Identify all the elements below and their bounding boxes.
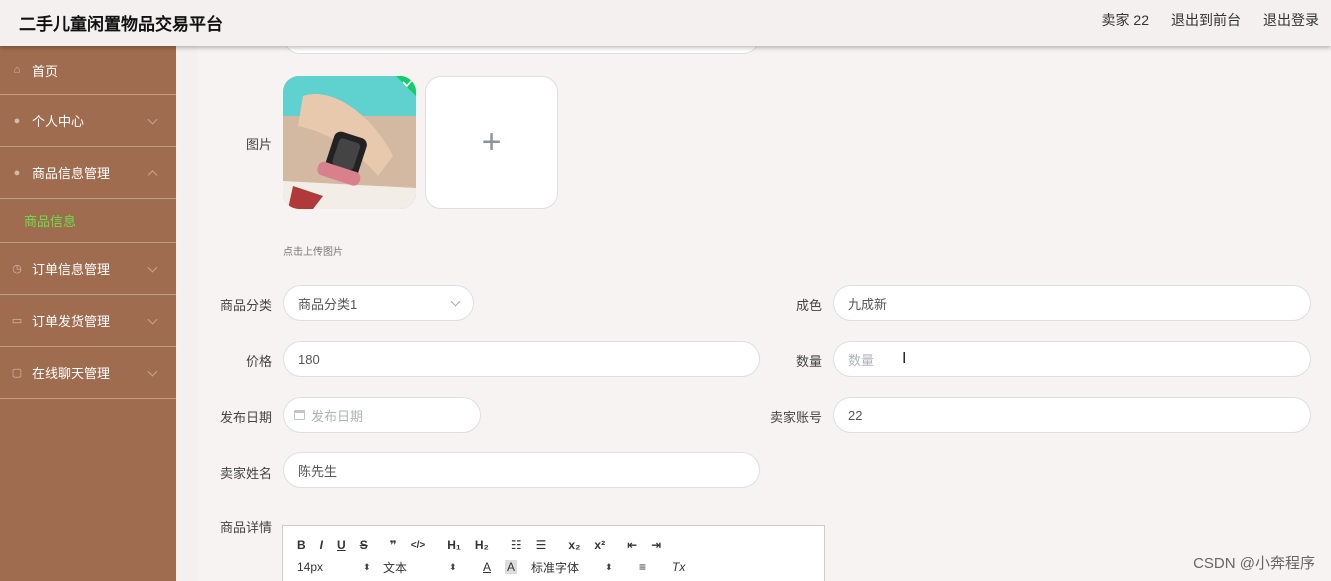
outdent-button[interactable]: ⇤ bbox=[627, 538, 637, 552]
chevron-down-icon bbox=[147, 366, 158, 377]
price-label: 价格 bbox=[245, 354, 272, 369]
select-arrow-icon: ⬍ bbox=[449, 561, 457, 572]
image-label: 图片 bbox=[245, 137, 272, 152]
font-size-select[interactable]: 14px ⬍ bbox=[297, 560, 383, 574]
background-color-button[interactable]: A bbox=[505, 560, 518, 574]
seller-name-value: 陈先生 bbox=[298, 463, 338, 479]
seller-account-input[interactable]: 22 bbox=[833, 397, 1311, 433]
home-icon: ⌂ bbox=[13, 64, 21, 76]
superscript-button[interactable]: x² bbox=[594, 538, 605, 552]
chat-icon: ▢ bbox=[11, 366, 23, 379]
chevron-down-icon bbox=[147, 314, 158, 325]
editor-toolbar-row: 14px ⬍ 文本 ⬍ A A 标准字体 ⬍ ≡ Tx bbox=[283, 556, 824, 578]
clock-icon: ◷ bbox=[12, 262, 22, 275]
chevron-down-icon bbox=[147, 262, 158, 273]
quantity-label: 数量 bbox=[795, 354, 822, 369]
font-color-button[interactable]: A bbox=[483, 560, 491, 574]
sidebar: ⌂ 首页 ● 个人中心 ● 商品信息管理 商品信息 ◷ 订单信息管理 ▭ 订单发… bbox=[0, 46, 176, 581]
sidebar-item-order-management[interactable]: ◷ 订单信息管理 bbox=[0, 243, 176, 295]
sidebar-subitem-goods-info[interactable]: 商品信息 bbox=[0, 199, 176, 243]
chevron-up-icon bbox=[147, 169, 158, 180]
price-value: 180 bbox=[298, 351, 320, 367]
sidebar-item-chat-management[interactable]: ▢ 在线聊天管理 bbox=[0, 347, 176, 399]
category-value: 商品分类1 bbox=[298, 296, 358, 312]
sidebar-item-label: 订单信息管理 bbox=[32, 262, 111, 277]
header-value: 文本 bbox=[383, 560, 408, 575]
ordered-list-button[interactable]: ☷ bbox=[511, 538, 522, 552]
main-content: 图片 + 点击上传图片 商品分类 商品分类1 成色 九成新 价格 180 数量 … bbox=[198, 20, 1331, 581]
blockquote-button[interactable]: ❞ bbox=[390, 538, 397, 552]
uploaded-image-thumbnail[interactable] bbox=[283, 76, 416, 209]
condition-label: 成色 bbox=[795, 298, 822, 313]
rich-text-editor[interactable]: B I U S ❞ </> H₁ H₂ ☷ ☰ x₂ x² ⇤ ⇥ 14px ⬍… bbox=[282, 525, 825, 581]
seller-name-label: 卖家姓名 bbox=[219, 466, 272, 481]
publish-date-picker[interactable]: 发布日期 bbox=[283, 397, 481, 433]
message-icon: ▭ bbox=[11, 314, 23, 327]
watermark-text: CSDN @小奔程序 bbox=[1193, 555, 1315, 572]
bold-button[interactable]: B bbox=[297, 538, 306, 552]
clear-format-button[interactable]: Tx bbox=[672, 560, 685, 574]
condition-input[interactable]: 九成新 bbox=[833, 285, 1311, 321]
quantity-placeholder: 数量 bbox=[848, 352, 875, 368]
seller-account-label: 卖家账号 bbox=[769, 410, 822, 425]
sidebar-item-label: 个人中心 bbox=[32, 114, 85, 129]
sidebar-item-goods-management[interactable]: ● 商品信息管理 bbox=[0, 147, 176, 199]
italic-button[interactable]: I bbox=[320, 538, 323, 552]
category-select[interactable]: 商品分类1 bbox=[283, 285, 474, 321]
seller-name-input[interactable]: 陈先生 bbox=[283, 452, 760, 488]
logout-link[interactable]: 退出登录 bbox=[1263, 10, 1319, 30]
header2-button[interactable]: H₂ bbox=[475, 538, 489, 552]
sidebar-item-label: 商品信息管理 bbox=[32, 166, 111, 181]
sidebar-item-shipping-management[interactable]: ▭ 订单发货管理 bbox=[0, 295, 176, 347]
sidebar-item-label: 订单发货管理 bbox=[32, 314, 111, 329]
sidebar-item-home[interactable]: ⌂ 首页 bbox=[0, 46, 176, 95]
sidebar-item-label: 在线聊天管理 bbox=[32, 366, 111, 381]
sidebar-item-label: 首页 bbox=[32, 63, 59, 79]
product-detail-label: 商品详情 bbox=[219, 520, 272, 535]
top-bar: 二手儿童闲置物品交易平台 卖家 22 退出到前台 退出登录 bbox=[0, 0, 1331, 46]
seller-account-value: 22 bbox=[848, 407, 863, 423]
plus-icon: + bbox=[481, 123, 502, 161]
category-label: 商品分类 bbox=[219, 298, 272, 313]
price-input[interactable]: 180 bbox=[283, 341, 760, 377]
bullet-list-button[interactable]: ☰ bbox=[536, 538, 547, 552]
align-button[interactable]: ≡ bbox=[639, 560, 646, 574]
chevron-down-icon bbox=[450, 296, 461, 307]
header-select[interactable]: 文本 ⬍ bbox=[383, 559, 483, 576]
publish-date-placeholder: 发布日期 bbox=[311, 408, 364, 424]
user-icon: ● bbox=[13, 114, 21, 127]
app-title: 二手儿童闲置物品交易平台 bbox=[19, 15, 223, 34]
sidebar-item-personal[interactable]: ● 个人中心 bbox=[0, 95, 176, 147]
text-cursor-icon: I bbox=[902, 350, 907, 367]
upload-hint-text: 点击上传图片 bbox=[283, 247, 343, 258]
calendar-icon bbox=[294, 410, 305, 420]
seller-account-link[interactable]: 卖家 22 bbox=[1102, 10, 1149, 30]
code-block-button[interactable]: </> bbox=[411, 540, 425, 551]
subscript-button[interactable]: x₂ bbox=[568, 538, 580, 552]
top-links: 卖家 22 退出到前台 退出登录 bbox=[1102, 10, 1319, 30]
editor-toolbar-row: B I U S ❞ </> H₁ H₂ ☷ ☰ x₂ x² ⇤ ⇥ bbox=[283, 534, 824, 556]
font-family-value: 标准字体 bbox=[531, 560, 580, 575]
header1-button[interactable]: H₁ bbox=[447, 538, 461, 552]
condition-value: 九成新 bbox=[848, 296, 888, 312]
indent-button[interactable]: ⇥ bbox=[651, 538, 661, 552]
strike-button[interactable]: S bbox=[360, 538, 368, 552]
location-icon: ● bbox=[13, 166, 21, 179]
publish-date-label: 发布日期 bbox=[219, 410, 272, 425]
chevron-down-icon bbox=[147, 114, 158, 125]
select-arrow-icon: ⬍ bbox=[605, 561, 613, 572]
select-arrow-icon: ⬍ bbox=[363, 561, 371, 572]
font-family-select[interactable]: 标准字体 ⬍ bbox=[531, 559, 639, 576]
upload-image-button[interactable]: + bbox=[425, 76, 558, 209]
font-size-value: 14px bbox=[297, 560, 324, 574]
quantity-input[interactable]: 数量 I bbox=[833, 341, 1311, 377]
exit-to-front-link[interactable]: 退出到前台 bbox=[1171, 10, 1241, 30]
product-photo-image bbox=[283, 76, 416, 209]
underline-button[interactable]: U bbox=[337, 538, 346, 552]
